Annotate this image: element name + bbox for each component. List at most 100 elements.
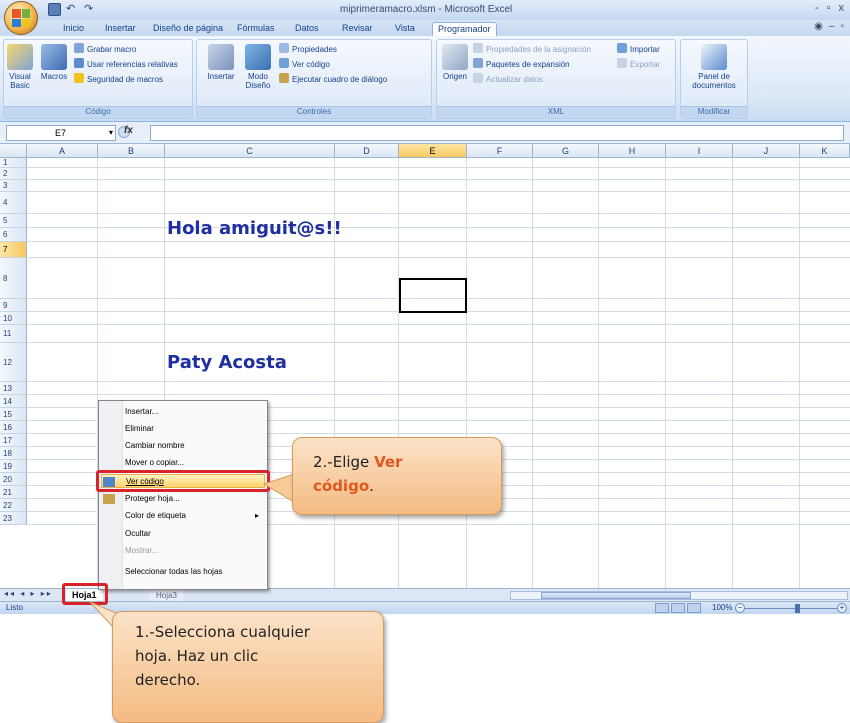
undo-icon[interactable]: ↶ bbox=[66, 3, 79, 16]
page-layout-view-icon[interactable] bbox=[671, 603, 685, 613]
column-header-h[interactable]: H bbox=[599, 144, 666, 158]
row-header-17[interactable]: 17 bbox=[0, 434, 27, 447]
group-xml: Origen Propiedades de la asignación Paqu… bbox=[436, 39, 676, 119]
row-header-13[interactable]: 13 bbox=[0, 382, 27, 395]
paquetes-expansion-button[interactable]: Paquetes de expansión bbox=[473, 58, 570, 71]
column-header-a[interactable]: A bbox=[27, 144, 98, 158]
ejecutar-dialogo-button[interactable]: Ejecutar cuadro de diálogo bbox=[279, 73, 387, 86]
row-header-22[interactable]: 22 bbox=[0, 499, 27, 512]
tab-formulas[interactable]: Fórmulas bbox=[232, 22, 280, 36]
scroll-thumb[interactable] bbox=[541, 592, 691, 599]
row-header-8[interactable]: 8 bbox=[0, 258, 27, 299]
name-box[interactable]: E7 ▾ bbox=[6, 125, 116, 141]
menu-item-cambiar-nombre[interactable]: Cambiar nombre bbox=[125, 439, 185, 453]
tab-programador[interactable]: Programador bbox=[432, 22, 497, 36]
tab-revisar[interactable]: Revisar bbox=[337, 22, 378, 36]
refresh-data-icon bbox=[473, 73, 483, 83]
tab-inicio[interactable]: Inicio bbox=[58, 22, 89, 36]
select-all-corner[interactable] bbox=[0, 144, 27, 158]
actualizar-datos-button[interactable]: Actualizar datos bbox=[473, 73, 543, 86]
zoom-slider[interactable] bbox=[745, 604, 840, 613]
panel-documentos-button[interactable]: Panel de documentos bbox=[685, 44, 743, 90]
row-header-18[interactable]: 18 bbox=[0, 447, 27, 460]
column-header-g[interactable]: G bbox=[533, 144, 599, 158]
active-cell-e7[interactable] bbox=[399, 278, 467, 313]
close-button[interactable]: x bbox=[839, 2, 845, 14]
restore-button[interactable]: ▫ bbox=[827, 2, 831, 14]
row-header-21[interactable]: 21 bbox=[0, 486, 27, 499]
save-icon[interactable] bbox=[48, 3, 61, 16]
menu-item-color-etiqueta[interactable]: Color de etiqueta bbox=[125, 509, 186, 523]
row-header-1[interactable]: 1 bbox=[0, 158, 27, 168]
row-header-5[interactable]: 5 bbox=[0, 214, 27, 228]
visual-basic-button[interactable]: Visual Basic bbox=[7, 44, 33, 90]
row-header-6[interactable]: 6 bbox=[0, 228, 27, 242]
row-header-20[interactable]: 20 bbox=[0, 473, 27, 486]
horizontal-scrollbar[interactable] bbox=[510, 591, 848, 600]
column-header-c[interactable]: C bbox=[165, 144, 335, 158]
menu-item-insertar[interactable]: Insertar... bbox=[125, 405, 158, 419]
column-header-j[interactable]: J bbox=[733, 144, 800, 158]
function-icon[interactable]: fx bbox=[124, 125, 133, 136]
row-header-3[interactable]: 3 bbox=[0, 180, 27, 192]
ribbon-close-icon[interactable]: ▫ bbox=[840, 21, 844, 32]
row-header-4[interactable]: 4 bbox=[0, 192, 27, 214]
column-header-b[interactable]: B bbox=[98, 144, 165, 158]
ribbon: Visual Basic Macros Grabar macro Usar re… bbox=[0, 36, 850, 122]
page-break-view-icon[interactable] bbox=[687, 603, 701, 613]
tab-vista[interactable]: Vista bbox=[390, 22, 420, 36]
row-header-12[interactable]: 12 bbox=[0, 343, 27, 382]
formula-input[interactable] bbox=[150, 125, 844, 141]
origen-button[interactable]: Origen bbox=[440, 44, 470, 81]
redo-icon[interactable]: ↷ bbox=[84, 3, 97, 16]
zoom-in-icon[interactable]: + bbox=[837, 603, 847, 613]
row-header-15[interactable]: 15 bbox=[0, 408, 27, 421]
column-header-f[interactable]: F bbox=[467, 144, 533, 158]
column-header-e[interactable]: E bbox=[399, 144, 467, 158]
row-header-11[interactable]: 11 bbox=[0, 325, 27, 343]
propiedades-button[interactable]: Propiedades bbox=[279, 43, 337, 56]
menu-item-eliminar[interactable]: Eliminar bbox=[125, 422, 154, 436]
sheet-navigation-arrows[interactable]: ◂◂ ◂ ▸ ▸▸ bbox=[4, 589, 53, 598]
normal-view-icon[interactable] bbox=[655, 603, 669, 613]
tab-datos[interactable]: Datos bbox=[290, 22, 324, 36]
column-header-d[interactable]: D bbox=[335, 144, 399, 158]
macros-button[interactable]: Macros bbox=[40, 44, 68, 81]
zoom-level[interactable]: 100% bbox=[712, 603, 732, 612]
menu-item-ocultar[interactable]: Ocultar bbox=[125, 527, 151, 541]
row-header-14[interactable]: 14 bbox=[0, 395, 27, 408]
ver-codigo-ribbon-button[interactable]: Ver código bbox=[279, 58, 330, 71]
referencias-relativas-button[interactable]: Usar referencias relativas bbox=[74, 58, 178, 71]
cell-c10[interactable]: Paty Acosta bbox=[167, 352, 287, 373]
row-header-2[interactable]: 2 bbox=[0, 168, 27, 180]
column-header-i[interactable]: I bbox=[666, 144, 733, 158]
importar-button[interactable]: Importar bbox=[617, 43, 660, 56]
menu-item-seleccionar-todas[interactable]: Seleccionar todas las hojas bbox=[125, 565, 222, 579]
insertar-control-button[interactable]: Insertar bbox=[201, 44, 241, 81]
grabar-macro-button[interactable]: Grabar macro bbox=[74, 43, 136, 56]
minimize-button[interactable]: - bbox=[815, 2, 819, 14]
propiedades-asignacion-button[interactable]: Propiedades de la asignación bbox=[473, 43, 591, 56]
column-header-k[interactable]: K bbox=[800, 144, 850, 158]
ribbon-minimize-icon[interactable]: – bbox=[829, 21, 835, 32]
menu-item-mover-copiar[interactable]: Mover o copiar... bbox=[125, 456, 184, 470]
menu-item-proteger-hoja[interactable]: Proteger hoja... bbox=[125, 492, 180, 506]
group-label-codigo: Código bbox=[4, 106, 192, 118]
zoom-knob[interactable] bbox=[795, 604, 800, 613]
zoom-out-icon[interactable]: − bbox=[735, 603, 745, 613]
row-header-9[interactable]: 9 bbox=[0, 299, 27, 312]
row-header-10[interactable]: 10 bbox=[0, 312, 27, 325]
exportar-button[interactable]: Exportar bbox=[617, 58, 660, 71]
row-header-19[interactable]: 19 bbox=[0, 460, 27, 473]
row-header-7[interactable]: 7 bbox=[0, 242, 27, 258]
modo-diseno-button[interactable]: Modo Diseño bbox=[241, 44, 275, 90]
name-box-dropdown-icon[interactable]: ▾ bbox=[109, 126, 113, 140]
help-icon[interactable]: ◉ bbox=[814, 21, 823, 32]
tab-insertar[interactable]: Insertar bbox=[100, 22, 141, 36]
office-button[interactable] bbox=[4, 1, 38, 35]
seguridad-macros-button[interactable]: Seguridad de macros bbox=[74, 73, 163, 86]
row-header-16[interactable]: 16 bbox=[0, 421, 27, 434]
cell-c4[interactable]: Hola amiguit@s!! bbox=[167, 218, 342, 239]
tab-diseno-pagina[interactable]: Diseño de página bbox=[148, 22, 228, 36]
row-header-23[interactable]: 23 bbox=[0, 512, 27, 525]
